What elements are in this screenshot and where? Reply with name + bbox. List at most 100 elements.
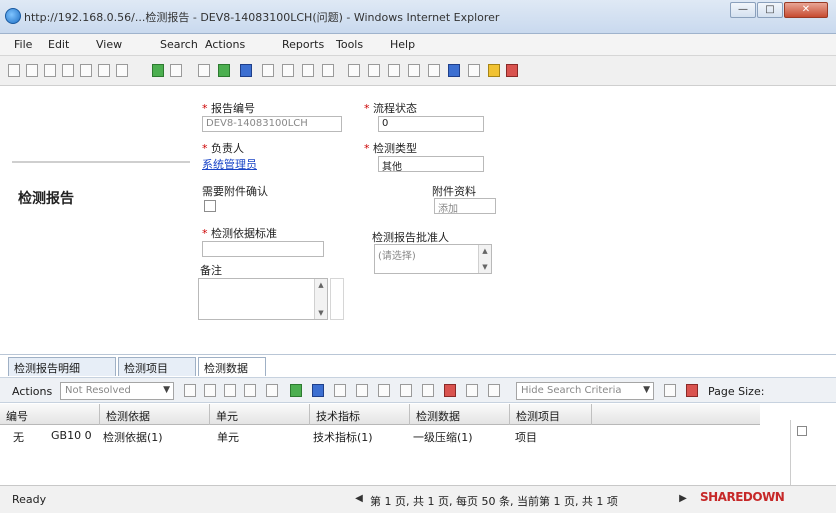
scroll-down-icon[interactable]: ▼ xyxy=(480,262,490,272)
find-icon[interactable] xyxy=(368,64,380,77)
workflow-icon[interactable] xyxy=(388,64,400,77)
scroll-thumb-icon[interactable] xyxy=(797,426,807,436)
tab-test-items[interactable]: 检测项目 xyxy=(118,357,196,376)
tab-report-details[interactable]: 检测报告明细 xyxy=(8,357,116,376)
grid-header-row: 编号 检测依据 单元 技术指标 检测数据 检测项目 xyxy=(0,404,760,425)
column-header-basis[interactable]: 检测依据 xyxy=(100,404,210,425)
status-field[interactable]: 0 xyxy=(378,116,484,132)
flag-icon[interactable] xyxy=(488,64,500,77)
delete-relation-icon[interactable] xyxy=(224,384,236,397)
scroll-up-icon[interactable]: ▲ xyxy=(480,246,490,256)
standard-label: 检测依据标准 xyxy=(202,225,277,241)
open-icon[interactable] xyxy=(26,64,38,77)
delete-icon[interactable] xyxy=(116,64,128,77)
column-header-id[interactable]: 编号 xyxy=(0,404,100,425)
relationship-grid: 检测报告明细 检测项目 检测数据 Actions Not Resolved ▼ … xyxy=(0,354,836,485)
scroll-down-icon[interactable]: ▼ xyxy=(316,308,326,318)
category-field[interactable]: 其他 xyxy=(378,156,484,172)
standard-field[interactable] xyxy=(202,241,324,257)
grid-clear-icon[interactable] xyxy=(686,384,698,397)
column-header-spec[interactable]: 技术指标 xyxy=(310,404,410,425)
new-relation-icon[interactable] xyxy=(184,384,196,397)
view-relation-icon[interactable] xyxy=(244,384,256,397)
refresh-icon[interactable] xyxy=(152,64,164,77)
category-label: 检测类型 xyxy=(364,140,417,156)
chart-icon[interactable] xyxy=(408,64,420,77)
page-size-label: Page Size: xyxy=(708,385,765,398)
table-row[interactable]: 无 GB10 0 检测依据(1) 单元 技术指标(1) 一级压缩(1) 项目 xyxy=(0,427,760,445)
first-page-icon[interactable]: ◀ xyxy=(352,491,366,507)
scope-value: Not Resolved xyxy=(65,385,131,396)
relation-export-icon[interactable] xyxy=(378,384,390,397)
new-icon[interactable] xyxy=(8,64,20,77)
menu-file[interactable]: File xyxy=(14,38,32,51)
relation-report-icon[interactable] xyxy=(422,384,434,397)
add-relation-icon[interactable] xyxy=(290,384,302,397)
refresh-relation-icon[interactable] xyxy=(266,384,278,397)
relation-lock-icon[interactable] xyxy=(356,384,368,397)
menu-help[interactable]: Help xyxy=(390,38,415,51)
status-ready: Ready xyxy=(12,493,47,506)
table-cell: 项目 xyxy=(515,431,537,444)
menu-edit[interactable]: Edit xyxy=(48,38,69,51)
relation-properties-icon[interactable] xyxy=(312,384,324,397)
relation-stop-icon[interactable] xyxy=(444,384,456,397)
owner-link[interactable]: 系统管理员 xyxy=(202,156,257,172)
remark-resize-strip[interactable] xyxy=(330,278,344,320)
filter-icon[interactable] xyxy=(198,64,210,77)
column-header-unit[interactable]: 单元 xyxy=(210,404,310,425)
relation-settings-icon[interactable] xyxy=(488,384,500,397)
scroll-up-icon[interactable]: ▲ xyxy=(316,280,326,290)
remark-textarea[interactable]: ▲ ▼ xyxy=(198,278,328,320)
close-button[interactable]: ✕ xyxy=(784,2,828,18)
menu-actions[interactable]: Actions xyxy=(205,38,245,51)
main-toolbar xyxy=(0,56,836,86)
relation-find-icon[interactable] xyxy=(400,384,412,397)
approver-scrollbar[interactable]: ▲ ▼ xyxy=(478,245,491,273)
help-icon[interactable] xyxy=(448,64,460,77)
save-icon[interactable] xyxy=(44,64,56,77)
table-cell: 一级压缩(1) xyxy=(413,431,473,444)
approver-listbox[interactable]: (请选择) ▲ ▼ xyxy=(374,244,492,274)
report-no-field[interactable]: DEV8-14083100LCH xyxy=(202,116,342,132)
add-row-icon[interactable] xyxy=(218,64,230,77)
column-header-data[interactable]: 检测数据 xyxy=(410,404,510,425)
export-icon[interactable] xyxy=(322,64,334,77)
hide-criteria-select[interactable]: Hide Search Criteria ▼ xyxy=(516,382,654,400)
browser-icon xyxy=(5,8,21,24)
attachment-checkbox[interactable] xyxy=(204,200,216,212)
maximize-button[interactable]: □ xyxy=(757,2,783,18)
section-divider xyxy=(12,161,190,163)
window-title: http://192.168.0.56/...检测报告 - DEV8-14083… xyxy=(24,11,500,24)
pick-relation-icon[interactable] xyxy=(204,384,216,397)
scope-select[interactable]: Not Resolved ▼ xyxy=(60,382,174,400)
menu-search[interactable]: Search xyxy=(160,38,198,51)
column-header-item[interactable]: 检测项目 xyxy=(510,404,592,425)
attach-icon[interactable] xyxy=(170,64,182,77)
settings-icon[interactable] xyxy=(468,64,480,77)
menu-view[interactable]: View xyxy=(96,38,122,51)
relation-history-icon[interactable] xyxy=(466,384,478,397)
spell-icon[interactable] xyxy=(348,64,360,77)
menu-reports[interactable]: Reports xyxy=(282,38,324,51)
print-icon[interactable] xyxy=(62,64,74,77)
last-page-icon[interactable]: ▶ xyxy=(676,491,690,507)
link-icon[interactable] xyxy=(262,64,274,77)
stop-icon[interactable] xyxy=(506,64,518,77)
relation-link-icon[interactable] xyxy=(334,384,346,397)
remark-scrollbar[interactable]: ▲ ▼ xyxy=(314,279,327,319)
attach-field[interactable]: 添加 xyxy=(434,198,496,214)
attach-label: 附件资料 xyxy=(432,185,476,198)
lock-icon[interactable] xyxy=(302,64,314,77)
copy-icon[interactable] xyxy=(80,64,92,77)
menu-tools[interactable]: Tools xyxy=(336,38,363,51)
paste-icon[interactable] xyxy=(98,64,110,77)
tab-test-data[interactable]: 检测数据 xyxy=(198,357,266,376)
minimize-button[interactable]: — xyxy=(730,2,756,18)
grid-filter-icon[interactable] xyxy=(664,384,676,397)
properties-icon[interactable] xyxy=(240,64,252,77)
history-icon[interactable] xyxy=(282,64,294,77)
actions-menu[interactable]: Actions xyxy=(12,385,52,398)
vertical-scrollbar[interactable] xyxy=(790,420,830,490)
report-icon[interactable] xyxy=(428,64,440,77)
